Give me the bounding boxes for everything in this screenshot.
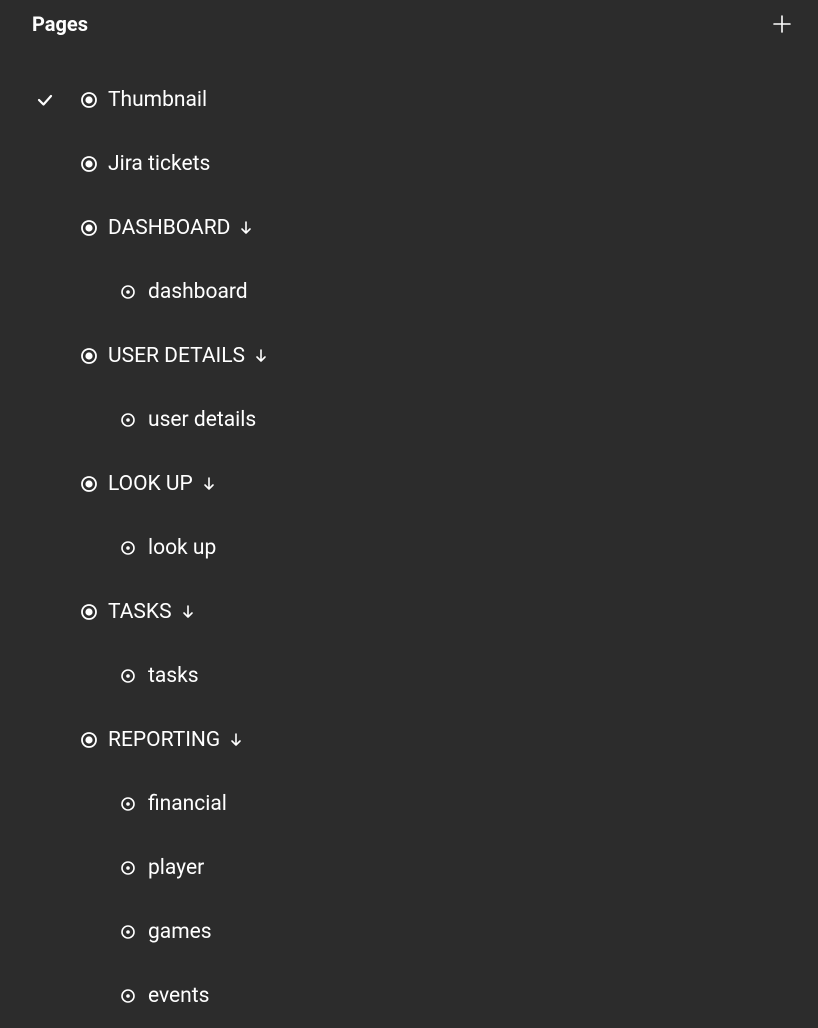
arrow-down-icon [180, 604, 196, 620]
check-icon [36, 91, 54, 109]
arrow-down-icon [253, 348, 269, 364]
bullet-slot [120, 796, 148, 812]
page-list-subitem[interactable]: dashboard [0, 260, 818, 324]
arrow-down-icon [238, 220, 254, 236]
page-list-subitem[interactable]: look up [0, 516, 818, 580]
pages-panel-title: Pages [32, 12, 88, 36]
plus-icon [772, 14, 792, 34]
subpage-bullet-icon [120, 924, 136, 940]
add-page-button[interactable] [770, 12, 794, 36]
page-item-label: DASHBOARD [108, 216, 230, 240]
page-item-label: Thumbnail [108, 88, 207, 112]
page-item-label: tasks [148, 664, 199, 688]
pages-panel-header: Pages [0, 0, 818, 48]
page-item-label: dashboard [148, 280, 248, 304]
bullet-slot [80, 347, 108, 365]
bullet-slot [80, 219, 108, 237]
subpage-bullet-icon [120, 860, 136, 876]
bullet-slot [80, 603, 108, 621]
bullet-slot [120, 540, 148, 556]
page-list-item[interactable]: DASHBOARD [0, 196, 818, 260]
collapse-indicator [253, 348, 269, 364]
page-item-label: look up [148, 536, 216, 560]
page-item-label: events [148, 984, 209, 1008]
page-list-subitem[interactable]: financial [0, 772, 818, 836]
page-list-item[interactable]: Jira tickets [0, 132, 818, 196]
page-list-item[interactable]: LOOK UP [0, 452, 818, 516]
bullet-slot [120, 412, 148, 428]
bullet-slot [120, 668, 148, 684]
bullet-slot [80, 91, 108, 109]
subpage-bullet-icon [120, 540, 136, 556]
page-list-item[interactable]: Thumbnail [0, 68, 818, 132]
page-list-item[interactable]: TASKS [0, 580, 818, 644]
bullet-slot [120, 988, 148, 1004]
bullet-slot [120, 924, 148, 940]
page-bullet-icon [80, 731, 98, 749]
subpage-bullet-icon [120, 412, 136, 428]
page-item-label: REPORTING [108, 728, 220, 752]
bullet-slot [80, 155, 108, 173]
bullet-slot [120, 860, 148, 876]
arrow-down-icon [228, 732, 244, 748]
page-bullet-icon [80, 91, 98, 109]
check-slot [0, 91, 80, 109]
page-item-label: user details [148, 408, 256, 432]
page-list-subitem[interactable]: games [0, 900, 818, 964]
subpage-bullet-icon [120, 796, 136, 812]
page-item-label: USER DETAILS [108, 344, 245, 368]
page-item-label: TASKS [108, 600, 172, 624]
page-bullet-icon [80, 347, 98, 365]
subpage-bullet-icon [120, 988, 136, 1004]
bullet-slot [80, 731, 108, 749]
page-item-label: Jira tickets [108, 152, 210, 176]
page-bullet-icon [80, 475, 98, 493]
page-item-label: financial [148, 792, 227, 816]
pages-list: Thumbnail Jira tickets DASHBOARD dashboard U… [0, 48, 818, 1028]
page-list-subitem[interactable]: events [0, 964, 818, 1028]
page-item-label: games [148, 920, 212, 944]
bullet-slot [80, 475, 108, 493]
page-bullet-icon [80, 155, 98, 173]
arrow-down-icon [201, 476, 217, 492]
bullet-slot [120, 284, 148, 300]
page-bullet-icon [80, 603, 98, 621]
collapse-indicator [228, 732, 244, 748]
collapse-indicator [201, 476, 217, 492]
collapse-indicator [238, 220, 254, 236]
page-list-item[interactable]: REPORTING [0, 708, 818, 772]
subpage-bullet-icon [120, 668, 136, 684]
page-list-subitem[interactable]: player [0, 836, 818, 900]
page-list-subitem[interactable]: user details [0, 388, 818, 452]
subpage-bullet-icon [120, 284, 136, 300]
page-item-label: LOOK UP [108, 472, 193, 496]
collapse-indicator [180, 604, 196, 620]
page-bullet-icon [80, 219, 98, 237]
page-list-subitem[interactable]: tasks [0, 644, 818, 708]
page-list-item[interactable]: USER DETAILS [0, 324, 818, 388]
page-item-label: player [148, 856, 204, 880]
